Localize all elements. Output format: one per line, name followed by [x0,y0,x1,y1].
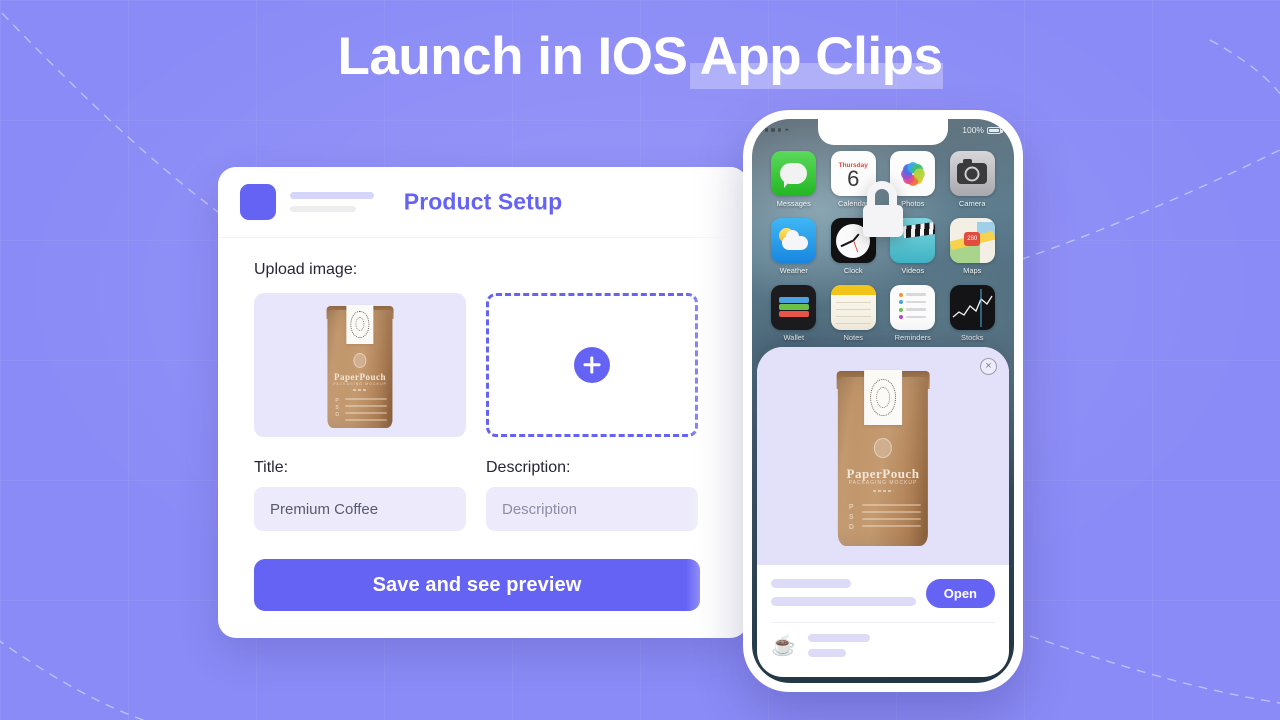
app-label: Weather [779,266,808,275]
brand-placeholder-line-2 [290,206,356,212]
app-icon-reminders[interactable]: Reminders [883,285,943,342]
phone-notch [818,119,948,145]
description-label: Description: [486,459,571,476]
app-icon-stocks[interactable]: Stocks [943,285,1003,342]
app-label: Clock [843,266,863,275]
messages-icon [771,151,817,196]
app-clip-footer-line-2 [807,649,846,657]
app-label: Stocks [960,333,984,342]
app-icon-notes[interactable]: Notes [824,285,884,342]
phone-mockup: ◓ 100% Messages Thursday 6 Calendar Phot… [743,110,1023,692]
app-label: Maps [963,266,982,275]
card-body: Upload image: PaperPouch PACKAGING MOCKU… [218,237,748,611]
app-icon-wallet[interactable]: Wallet [764,285,824,342]
status-bar-left: ◓ [765,124,790,135]
wifi-icon: ◓ [784,124,790,135]
description-field-group: Description: [486,459,698,531]
title-label: Title: [254,459,289,476]
screenshot-root: Launch in IOS App Clips Product Setup Up… [0,0,1280,720]
weather-icon [771,218,817,263]
upload-image-label: Upload image: [254,261,358,278]
card-header: Product Setup [218,167,748,237]
close-icon[interactable]: × [980,358,997,375]
signal-dot-icon [771,128,775,132]
app-icon-maps[interactable]: 280 Maps [943,218,1003,275]
product-pouch-image: PaperPouch PACKAGING MOCKUP PSD [316,303,404,428]
camera-icon [949,151,995,196]
headline-prefix: Launch in IOS [337,27,700,86]
app-icon-weather[interactable]: Weather [764,218,824,275]
app-label: Wallet [783,333,805,342]
brand-placeholder-line-1 [290,192,374,199]
title-field-group: Title: [254,459,466,531]
notes-icon [830,285,876,330]
headline-highlight-text: App Clips [699,27,943,86]
reminders-icon [890,285,936,330]
app-clip-title-placeholder [771,579,851,588]
phone-screen: ◓ 100% Messages Thursday 6 Calendar Phot… [752,119,1014,683]
signal-dot-icon [765,128,769,132]
pouch-brand-name: PaperPouch [334,371,386,382]
pouch-spec-lines [345,398,388,426]
app-label: Reminders [894,333,931,342]
fields-row: Title: Description: [254,459,726,531]
app-label: Videos [901,266,925,275]
signal-dot-icon [777,128,782,132]
app-label: Photos [901,199,925,208]
open-button[interactable]: Open [925,579,995,608]
app-clip-placeholder-lines [771,579,941,606]
app-clip-footer-line-1 [807,634,870,642]
app-clip-product-image: PaperPouch PACKAGING MOCKUP PSD [822,366,944,546]
app-label: Camera [958,199,986,208]
maps-icon: 280 [949,218,995,263]
pouch-spec-lines [862,503,921,532]
pouch-psd-letters: PSD [848,503,854,532]
pouch-subtitle: PACKAGING MOCKUP [848,480,918,487]
battery-icon [987,126,1003,134]
calendar-day-number: 6 [847,165,860,191]
brand-placeholder-lines [290,192,374,212]
pouch-subtitle: PACKAGING MOCKUP [333,381,387,386]
status-bar-right: 100% [962,125,1003,135]
brand-logo-icon [240,184,276,220]
maps-route-number: 280 [964,232,981,246]
wallet-icon [771,285,817,330]
app-clip-hero-image: × PaperPouch PACKAGING MOCKUP PSD [757,347,1009,565]
title-input[interactable] [254,487,466,531]
description-input[interactable] [486,487,698,531]
pouch-psd-letters: PSD [335,397,339,419]
app-icon-messages[interactable]: Messages [764,151,824,208]
app-clip-footer: ☕ [757,623,1009,657]
stocks-icon [949,285,995,330]
app-icon-camera[interactable]: Camera [943,151,1003,208]
product-setup-card: Product Setup Upload image: PaperPouch P… [218,167,748,638]
uploaded-image-thumbnail[interactable]: PaperPouch PACKAGING MOCKUP PSD [254,293,466,437]
page-title: Launch in IOS App Clips [337,27,943,89]
app-clip-footer-placeholder-lines [807,634,870,657]
app-label: Notes [843,333,864,342]
app-clip-card: × PaperPouch PACKAGING MOCKUP PSD Open ☕ [757,347,1009,677]
unlock-padlock-icon [863,181,903,237]
battery-percent-label: 100% [962,125,984,135]
app-label: Messages [776,199,811,208]
add-image-dropzone[interactable] [486,293,698,437]
app-clip-subtitle-placeholder [771,597,916,606]
app-clip-info: Open [757,565,1009,608]
coffee-cup-icon: ☕ [771,634,796,657]
plus-icon[interactable] [574,347,610,383]
upload-row: PaperPouch PACKAGING MOCKUP PSD [254,293,726,437]
headline-container: Launch in IOS App Clips [0,27,1280,89]
save-and-see-preview-button[interactable]: Save and see preview [254,559,700,611]
